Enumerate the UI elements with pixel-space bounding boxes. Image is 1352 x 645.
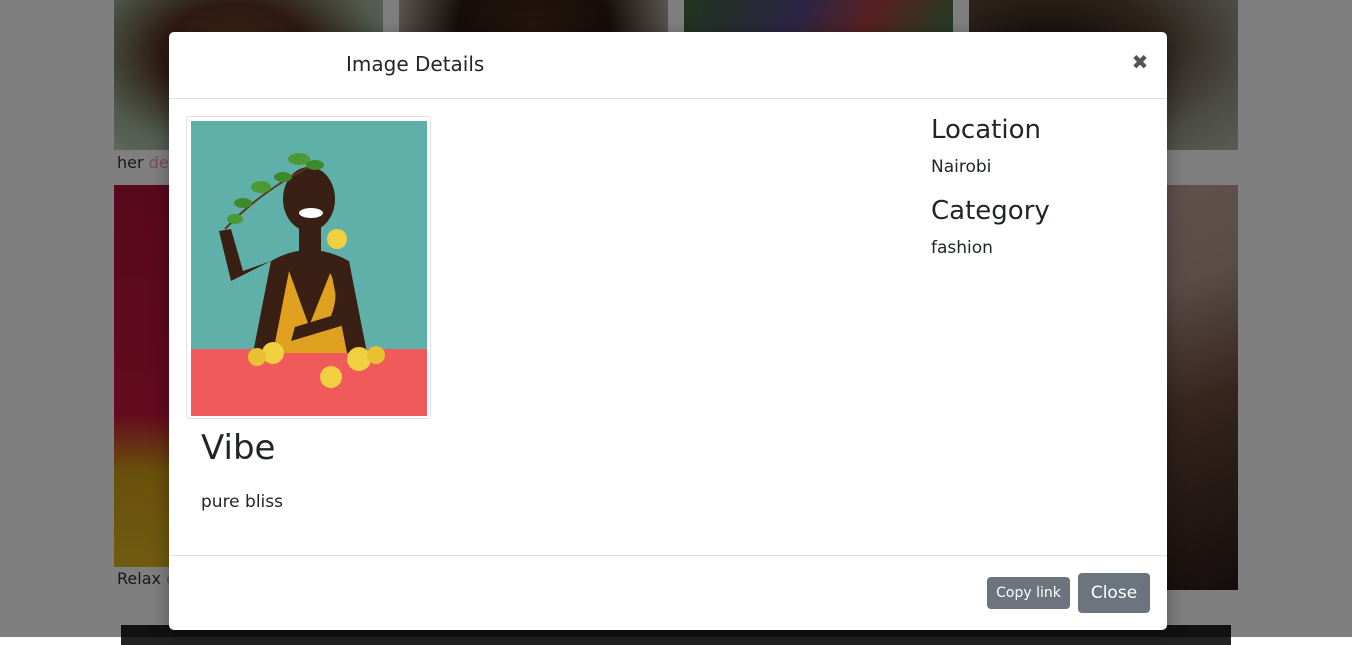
image-thumbnail bbox=[186, 116, 431, 419]
modal-footer: Copy link Close bbox=[169, 555, 1167, 631]
modal-header: Image Details ✖ bbox=[169, 32, 1167, 99]
close-icon[interactable]: ✖ bbox=[1129, 48, 1151, 76]
location-heading: Location bbox=[931, 115, 1041, 145]
category-heading: Category bbox=[931, 196, 1050, 226]
image-description: pure bliss bbox=[201, 492, 283, 512]
image-title: Vibe bbox=[201, 428, 276, 468]
copy-link-button[interactable]: Copy link bbox=[987, 577, 1070, 609]
close-button[interactable]: Close bbox=[1078, 573, 1150, 613]
fashion-photo bbox=[191, 121, 427, 416]
category-value: fashion bbox=[931, 238, 993, 258]
image-details-modal: Image Details ✖ Vibe pure bliss Location… bbox=[169, 32, 1167, 630]
modal-title: Image Details bbox=[346, 52, 485, 76]
location-value: Nairobi bbox=[931, 157, 992, 177]
